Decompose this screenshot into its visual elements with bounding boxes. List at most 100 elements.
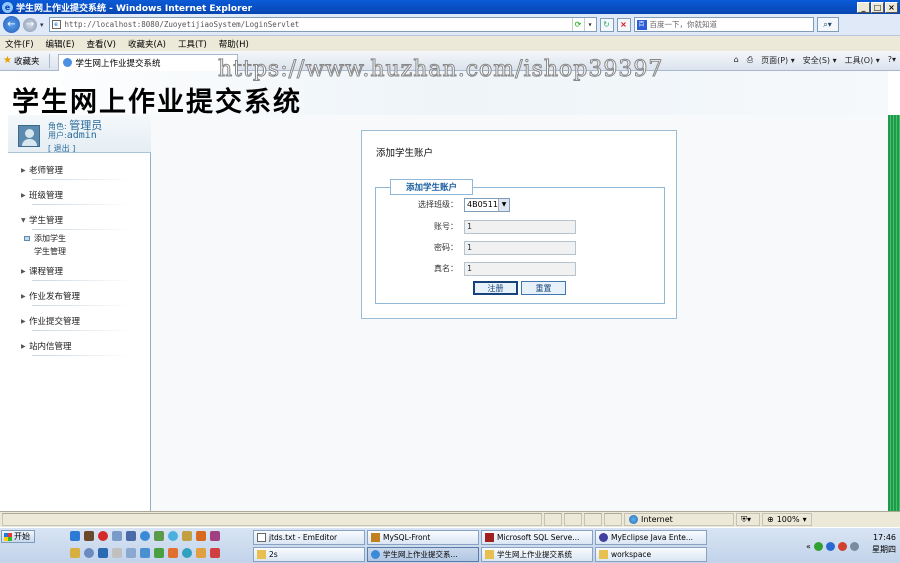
sidebar-item-student[interactable]: ▼ 学生管理: [8, 208, 150, 232]
app-icon[interactable]: [210, 531, 220, 541]
address-field[interactable]: e http://localhost:8080/ZuoyetijiaoSyste…: [48, 17, 597, 32]
taskbar-button-myeclipse[interactable]: MyEclipse Java Ente...: [595, 530, 707, 545]
app-icon[interactable]: [112, 531, 122, 541]
sidebar-item-teacher[interactable]: ▶ 老师管理: [8, 158, 150, 182]
page-icon: e: [51, 20, 61, 29]
tray-app-icon[interactable]: [837, 541, 847, 551]
app-icon[interactable]: [182, 548, 192, 558]
realname-input[interactable]: 1: [464, 261, 576, 276]
forward-button[interactable]: →: [23, 17, 37, 32]
stop-button[interactable]: ×: [616, 17, 631, 32]
taskbar-button-ie-active[interactable]: 学生网上作业提交系...: [367, 547, 479, 562]
app-icon[interactable]: [126, 531, 136, 541]
account-input[interactable]: 1: [464, 219, 576, 234]
volume-icon[interactable]: [849, 541, 859, 551]
window-title-bar[interactable]: e 学生网上作业提交系统 - Windows Internet Explorer…: [0, 0, 900, 14]
app-icon[interactable]: [126, 548, 136, 558]
browser-tab[interactable]: 学生网上作业提交系统: [58, 53, 239, 71]
register-button[interactable]: 注册: [473, 281, 518, 295]
taskbar-button-sql-server[interactable]: Microsoft SQL Serve...: [481, 530, 593, 545]
maximize-button[interactable]: □: [871, 1, 884, 13]
desktop-icon[interactable]: [70, 531, 80, 541]
app-icon[interactable]: [182, 531, 192, 541]
url-dropdown-icon[interactable]: ▾: [583, 18, 596, 31]
logout-link[interactable]: [ 退出 ]: [48, 143, 75, 154]
menu-view[interactable]: 查看(V): [87, 38, 116, 50]
folder-icon: [257, 550, 266, 559]
security-zone[interactable]: Internet: [624, 513, 734, 526]
user-value: admin: [66, 130, 97, 141]
magnifier-icon: ⌕▾: [823, 19, 832, 29]
minimize-button[interactable]: _: [857, 1, 870, 13]
app-icon[interactable]: [154, 548, 164, 558]
reset-button[interactable]: 重置: [521, 281, 566, 295]
password-input[interactable]: 1: [464, 240, 576, 255]
zoom-control[interactable]: ⊕ 100% ▾: [762, 513, 812, 526]
sidebar-item-homework-publish[interactable]: ▶ 作业发布管理: [8, 284, 150, 308]
taskbar-button-label: MySQL-Front: [383, 533, 431, 542]
globe-icon: [629, 515, 638, 524]
app-icon[interactable]: [168, 531, 178, 541]
safety-menu[interactable]: 安全(S) ▾: [803, 55, 837, 66]
close-button[interactable]: ×: [885, 1, 898, 13]
app-icon[interactable]: [196, 531, 206, 541]
search-input[interactable]: 百 百度一下，你就知道: [633, 17, 814, 32]
sidebar-item-label: 站内信管理: [29, 342, 72, 352]
select-arrow-icon[interactable]: ▼: [498, 198, 509, 211]
protected-mode[interactable]: ⛨▾: [736, 513, 760, 526]
compat-view-icon[interactable]: ⟳: [571, 18, 584, 31]
tools-menu[interactable]: 工具(O) ▾: [845, 55, 880, 66]
sidebar-item-messages[interactable]: ▶ 站内信管理: [8, 334, 150, 358]
star-icon: ★: [3, 55, 12, 66]
taskbar-button-workspace[interactable]: workspace: [595, 547, 707, 562]
app-icon[interactable]: [168, 548, 178, 558]
search-button[interactable]: ⌕▾: [816, 17, 839, 32]
account-label: 账号：: [434, 222, 458, 231]
page-menu[interactable]: 页面(P) ▾: [761, 55, 795, 66]
taskbar-button-folder-2s[interactable]: 2s: [253, 547, 365, 562]
app-icon[interactable]: [84, 531, 94, 541]
home-icon[interactable]: ⌂: [734, 55, 739, 66]
menu-tools[interactable]: 工具(T): [178, 38, 207, 50]
status-text: [2, 513, 542, 526]
start-button[interactable]: 开始: [1, 530, 35, 543]
refresh-button[interactable]: ↻: [599, 17, 614, 32]
history-dropdown-icon[interactable]: ▾: [40, 21, 44, 29]
tray-expand-icon[interactable]: «: [806, 542, 811, 551]
class-select[interactable]: 4B0511 ▼: [464, 197, 510, 212]
menu-help[interactable]: 帮助(H): [219, 38, 249, 50]
app-icon[interactable]: [70, 548, 80, 558]
tray-app-icon[interactable]: [825, 541, 835, 551]
url-text[interactable]: http://localhost:8080/ZuoyetijiaoSystem/…: [65, 20, 572, 29]
taskbar-button-mysql-front[interactable]: MySQL-Front: [367, 530, 479, 545]
realname-row: 真名： 1: [376, 261, 666, 276]
app-icon[interactable]: [210, 548, 220, 558]
tab-page-icon: [63, 58, 73, 67]
taskbar-button-folder-system[interactable]: 学生网上作业提交系统: [481, 547, 593, 562]
sidebar-subitem-manage-student[interactable]: 学生管理: [8, 245, 150, 258]
back-button[interactable]: ←: [3, 16, 20, 33]
sidebar-item-course[interactable]: ▶ 课程管理: [8, 259, 150, 283]
help-icon[interactable]: ?▾: [888, 55, 896, 66]
favorites-button[interactable]: 收藏夹: [14, 55, 40, 67]
scrollbar[interactable]: [888, 115, 900, 511]
menu-favorites[interactable]: 收藏夹(A): [128, 38, 166, 50]
app-icon[interactable]: [84, 548, 94, 558]
taskbar-button-emeditor[interactable]: jtds.txt - EmEditor: [253, 530, 365, 545]
menu-file[interactable]: 文件(F): [5, 38, 34, 50]
app-icon[interactable]: [98, 548, 108, 558]
sidebar-item-class[interactable]: ▶ 班级管理: [8, 183, 150, 207]
sidebar-subitem-add-student[interactable]: 添加学生: [8, 232, 150, 245]
document-icon: [257, 533, 266, 542]
app-icon[interactable]: [154, 531, 164, 541]
menu-edit[interactable]: 编辑(E): [46, 38, 75, 50]
sidebar-item-homework-submit[interactable]: ▶ 作业提交管理: [8, 309, 150, 333]
media-icon[interactable]: [98, 531, 108, 541]
app-icon[interactable]: [196, 548, 206, 558]
print-icon[interactable]: ⎙: [747, 55, 753, 66]
app-icon[interactable]: [140, 548, 150, 558]
clock[interactable]: 17:46 星期四: [872, 532, 896, 556]
network-icon[interactable]: [813, 541, 823, 551]
ie-icon[interactable]: [140, 531, 150, 541]
app-icon[interactable]: [112, 548, 122, 558]
